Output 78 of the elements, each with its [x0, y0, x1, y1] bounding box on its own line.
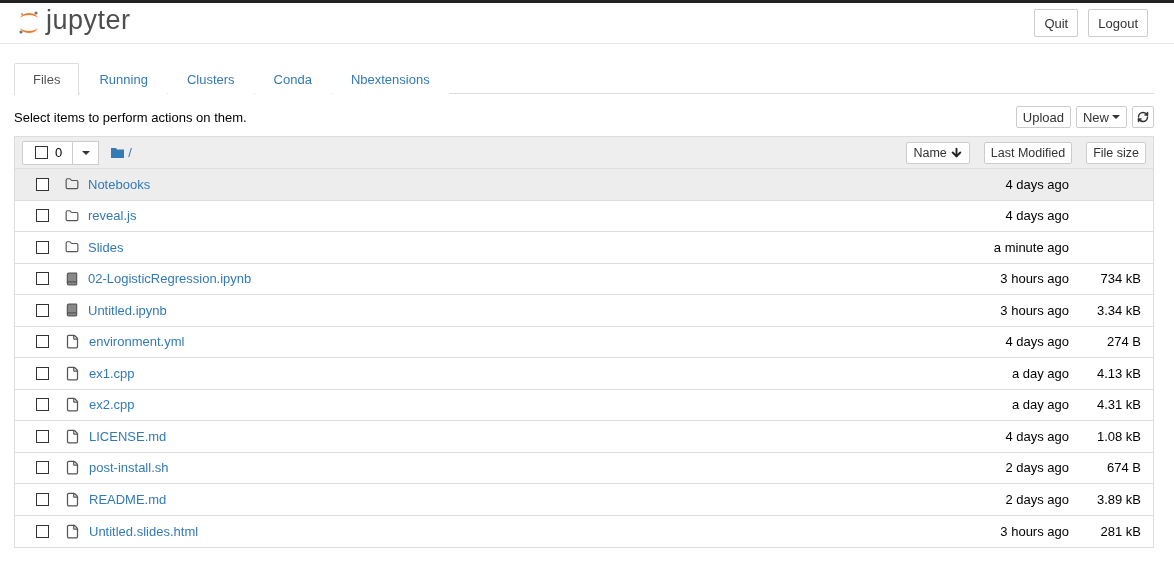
- file-size: 281 kB: [1100, 523, 1141, 539]
- sort-button[interactable]: File size: [1086, 141, 1146, 164]
- file-size: 674 B: [1107, 460, 1141, 476]
- select-all-button[interactable]: 0: [22, 140, 74, 165]
- modified-time: 4 days ago: [1004, 334, 1069, 350]
- folder-icon: [65, 208, 79, 223]
- checkbox[interactable]: [36, 524, 49, 538]
- sort-button[interactable]: Last Modified: [983, 141, 1073, 164]
- file-link[interactable]: post-install.sh: [89, 460, 869, 476]
- file-size: 274 B: [1107, 334, 1141, 350]
- breadcrumb-link[interactable]: /: [111, 145, 132, 160]
- file-size: 4.31 kB: [1096, 397, 1141, 413]
- arrow-down-icon: [949, 146, 963, 159]
- new-button[interactable]: New: [1076, 106, 1127, 128]
- file-icon: [65, 365, 80, 381]
- file-link[interactable]: 02-LogisticRegression.ipynb: [88, 271, 869, 287]
- modified-time: 2 days ago: [1004, 460, 1069, 476]
- file-size: 3.34 kB: [1096, 302, 1141, 318]
- instruction-text: Select items to perform actions on them.: [14, 109, 247, 125]
- checkbox[interactable]: [36, 335, 49, 349]
- checkbox[interactable]: [36, 177, 49, 191]
- selected-count: 0: [55, 145, 63, 160]
- folder-icon: [65, 177, 79, 192]
- checkbox[interactable]: [36, 461, 49, 475]
- file-icon: [65, 397, 80, 413]
- refresh-icon: [1137, 111, 1149, 123]
- checkbox[interactable]: [36, 429, 49, 443]
- file-link[interactable]: Slides: [88, 239, 869, 255]
- modified-time: 4 days ago: [1004, 176, 1069, 192]
- file-size: 1.08 kB: [1096, 428, 1141, 444]
- checkbox[interactable]: [36, 492, 49, 506]
- checkbox[interactable]: [36, 209, 49, 223]
- upload-button[interactable]: Upload: [1015, 106, 1071, 128]
- dropdown-button[interactable]: [73, 140, 100, 165]
- tab[interactable]: Files: [14, 63, 80, 95]
- modified-time: 3 hours ago: [999, 523, 1069, 539]
- folder-icon: [111, 147, 125, 158]
- caret-icon: [1112, 115, 1120, 119]
- file-link[interactable]: environment.yml: [89, 334, 869, 350]
- checkbox[interactable]: [36, 272, 49, 286]
- file-link[interactable]: ex1.cpp: [89, 365, 869, 381]
- checkbox[interactable]: [35, 146, 48, 159]
- file-icon: [65, 491, 80, 507]
- modified-time: 4 days ago: [1004, 428, 1069, 444]
- logo-text: jupyter: [46, 4, 131, 36]
- file-size: 4.13 kB: [1096, 365, 1141, 381]
- logout-button[interactable]: Logout: [1088, 9, 1148, 37]
- file-link[interactable]: LICENSE.md: [89, 428, 869, 444]
- modified-time: a day ago: [1010, 365, 1069, 381]
- file-icon: [65, 428, 80, 444]
- sort-button[interactable]: Name: [906, 141, 970, 164]
- book-icon: [65, 271, 79, 286]
- file-icon: [65, 334, 80, 350]
- book-icon: [65, 303, 79, 318]
- modified-time: a day ago: [1010, 397, 1069, 413]
- modified-time: a minute ago: [992, 239, 1069, 255]
- checkbox[interactable]: [36, 240, 49, 254]
- modified-time: 3 hours ago: [999, 302, 1069, 318]
- file-link[interactable]: README.md: [89, 491, 869, 507]
- checkbox[interactable]: [36, 366, 49, 380]
- file-link[interactable]: Untitled.slides.html: [89, 523, 869, 539]
- file-size: 734 kB: [1100, 271, 1141, 287]
- modified-time: 3 hours ago: [999, 271, 1069, 287]
- modified-time: 4 days ago: [1004, 208, 1069, 224]
- folder-icon: [65, 240, 79, 255]
- file-row[interactable]: Notebooks 4 days ago: [15, 169, 1153, 201]
- checkbox[interactable]: [36, 303, 49, 317]
- file-icon: [65, 523, 80, 539]
- file-link[interactable]: Untitled.ipynb: [88, 302, 869, 318]
- file-link[interactable]: ex2.cpp: [89, 397, 869, 413]
- file-icon: [65, 460, 80, 476]
- modified-time: 2 days ago: [1004, 491, 1069, 507]
- refresh-button[interactable]: [1132, 106, 1154, 128]
- quit-button[interactable]: Quit: [1034, 9, 1079, 37]
- file-link[interactable]: Notebooks: [88, 176, 869, 192]
- file-link[interactable]: reveal.js: [88, 208, 869, 224]
- file-size: 3.89 kB: [1096, 491, 1141, 507]
- checkbox[interactable]: [36, 398, 49, 412]
